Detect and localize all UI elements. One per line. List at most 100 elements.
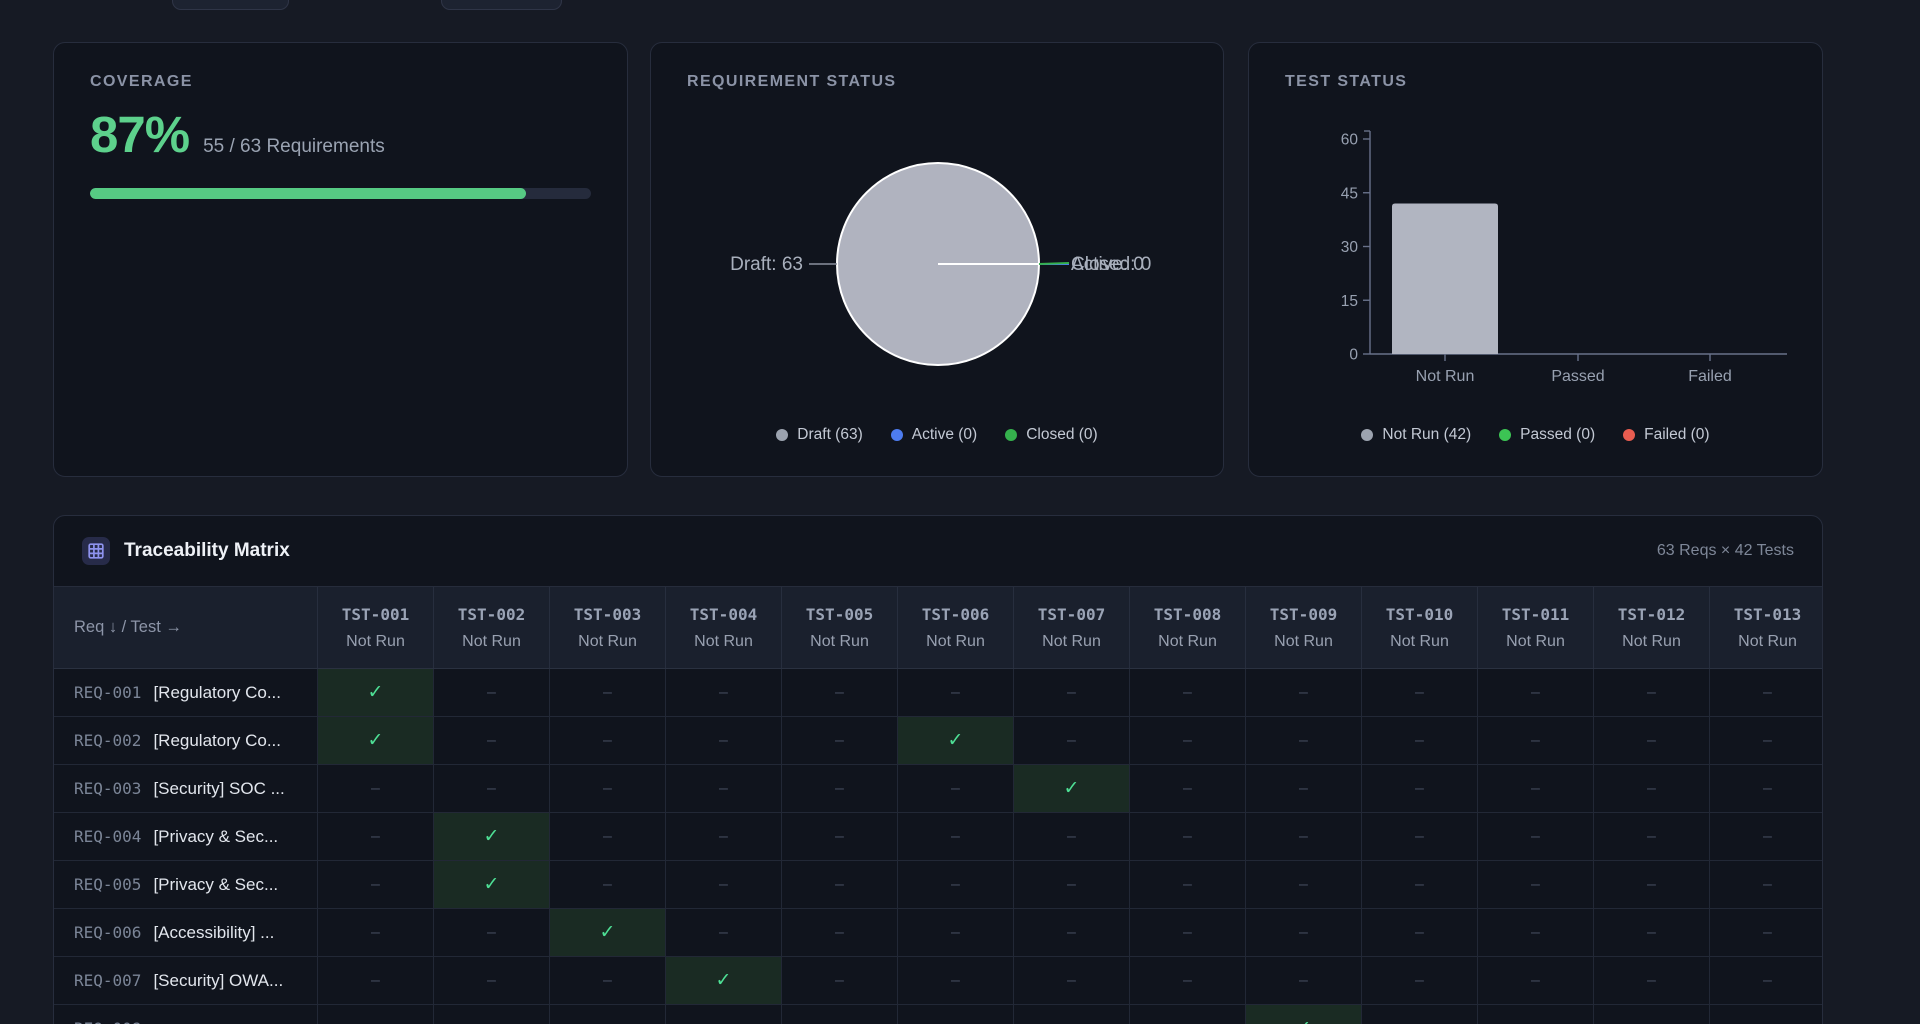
- matrix-cell-req-004-tst-010[interactable]: –: [1362, 813, 1478, 860]
- matrix-cell-req-007-tst-011[interactable]: –: [1478, 957, 1594, 1004]
- matrix-cell-req-002-tst-002[interactable]: –: [434, 717, 550, 764]
- matrix-cell-req-003-tst-012[interactable]: –: [1594, 765, 1710, 812]
- matrix-cell-req-005-tst-001[interactable]: –: [318, 861, 434, 908]
- matrix-cell-req-006-tst-004[interactable]: –: [666, 909, 782, 956]
- matrix-cell-req-008-tst-007[interactable]: –: [1014, 1005, 1130, 1024]
- matrix-cell-req-007-tst-013[interactable]: –: [1710, 957, 1823, 1004]
- matrix-cell-req-002-tst-003[interactable]: –: [550, 717, 666, 764]
- matrix-cell-req-002-tst-004[interactable]: –: [666, 717, 782, 764]
- matrix-cell-req-005-tst-003[interactable]: –: [550, 861, 666, 908]
- bar-not-run[interactable]: [1392, 204, 1498, 355]
- matrix-cell-req-008-tst-004[interactable]: –: [666, 1005, 782, 1024]
- matrix-cell-req-003-tst-013[interactable]: –: [1710, 765, 1823, 812]
- matrix-cell-req-004-tst-012[interactable]: –: [1594, 813, 1710, 860]
- matrix-cell-req-003-tst-010[interactable]: –: [1362, 765, 1478, 812]
- matrix-cell-req-001-tst-004[interactable]: –: [666, 669, 782, 716]
- matrix-cell-req-001-tst-001-checked[interactable]: ✓: [318, 669, 434, 716]
- matrix-cell-req-001-tst-007[interactable]: –: [1014, 669, 1130, 716]
- matrix-cell-req-008-tst-010[interactable]: –: [1362, 1005, 1478, 1024]
- matrix-cell-req-007-tst-008[interactable]: –: [1130, 957, 1246, 1004]
- requirement-status-legend-item-0[interactable]: Draft (63): [776, 426, 862, 444]
- matrix-cell-req-005-tst-013[interactable]: –: [1710, 861, 1823, 908]
- matrix-cell-req-002-tst-005[interactable]: –: [782, 717, 898, 764]
- matrix-cell-req-006-tst-002[interactable]: –: [434, 909, 550, 956]
- matrix-cell-req-008-tst-001[interactable]: –: [318, 1005, 434, 1024]
- matrix-cell-req-008-tst-005[interactable]: –: [782, 1005, 898, 1024]
- matrix-cell-req-008-tst-006[interactable]: –: [898, 1005, 1014, 1024]
- matrix-cell-req-004-tst-013[interactable]: –: [1710, 813, 1823, 860]
- matrix-cell-req-005-tst-004[interactable]: –: [666, 861, 782, 908]
- matrix-cell-req-007-tst-004-checked[interactable]: ✓: [666, 957, 782, 1004]
- matrix-cell-req-007-tst-002[interactable]: –: [434, 957, 550, 1004]
- matrix-cell-req-007-tst-001[interactable]: –: [318, 957, 434, 1004]
- toolbar-partial-button-1[interactable]: [172, 0, 289, 10]
- requirement-status-legend-item-1[interactable]: Active (0): [891, 426, 977, 444]
- matrix-cell-req-003-tst-008[interactable]: –: [1130, 765, 1246, 812]
- matrix-cell-req-004-tst-008[interactable]: –: [1130, 813, 1246, 860]
- matrix-cell-req-002-tst-006-checked[interactable]: ✓: [898, 717, 1014, 764]
- matrix-cell-req-004-tst-002-checked[interactable]: ✓: [434, 813, 550, 860]
- matrix-cell-req-006-tst-009[interactable]: –: [1246, 909, 1362, 956]
- matrix-cell-req-005-tst-007[interactable]: –: [1014, 861, 1130, 908]
- matrix-cell-req-001-tst-003[interactable]: –: [550, 669, 666, 716]
- matrix-cell-req-008-tst-009-checked[interactable]: ✓: [1246, 1005, 1362, 1024]
- matrix-cell-req-003-tst-011[interactable]: –: [1478, 765, 1594, 812]
- matrix-cell-req-001-tst-008[interactable]: –: [1130, 669, 1246, 716]
- matrix-cell-req-002-tst-013[interactable]: –: [1710, 717, 1823, 764]
- matrix-cell-req-003-tst-009[interactable]: –: [1246, 765, 1362, 812]
- test-status-legend-item-0[interactable]: Not Run (42): [1361, 426, 1471, 444]
- matrix-cell-req-007-tst-005[interactable]: –: [782, 957, 898, 1004]
- matrix-cell-req-004-tst-007[interactable]: –: [1014, 813, 1130, 860]
- test-status-legend-item-1[interactable]: Passed (0): [1499, 426, 1595, 444]
- matrix-cell-req-006-tst-007[interactable]: –: [1014, 909, 1130, 956]
- matrix-cell-req-006-tst-011[interactable]: –: [1478, 909, 1594, 956]
- matrix-cell-req-003-tst-001[interactable]: –: [318, 765, 434, 812]
- matrix-cell-req-003-tst-004[interactable]: –: [666, 765, 782, 812]
- matrix-cell-req-001-tst-005[interactable]: –: [782, 669, 898, 716]
- matrix-cell-req-001-tst-013[interactable]: –: [1710, 669, 1823, 716]
- matrix-cell-req-004-tst-006[interactable]: –: [898, 813, 1014, 860]
- matrix-cell-req-001-tst-010[interactable]: –: [1362, 669, 1478, 716]
- matrix-cell-req-002-tst-001-checked[interactable]: ✓: [318, 717, 434, 764]
- matrix-cell-req-007-tst-006[interactable]: –: [898, 957, 1014, 1004]
- matrix-cell-req-006-tst-010[interactable]: –: [1362, 909, 1478, 956]
- matrix-cell-req-006-tst-005[interactable]: –: [782, 909, 898, 956]
- matrix-cell-req-007-tst-007[interactable]: –: [1014, 957, 1130, 1004]
- matrix-cell-req-004-tst-011[interactable]: –: [1478, 813, 1594, 860]
- matrix-cell-req-008-tst-011[interactable]: –: [1478, 1005, 1594, 1024]
- matrix-cell-req-008-tst-002[interactable]: –: [434, 1005, 550, 1024]
- matrix-cell-req-008-tst-008[interactable]: –: [1130, 1005, 1246, 1024]
- matrix-cell-req-002-tst-008[interactable]: –: [1130, 717, 1246, 764]
- matrix-cell-req-004-tst-003[interactable]: –: [550, 813, 666, 860]
- matrix-cell-req-007-tst-010[interactable]: –: [1362, 957, 1478, 1004]
- matrix-cell-req-001-tst-012[interactable]: –: [1594, 669, 1710, 716]
- matrix-cell-req-006-tst-001[interactable]: –: [318, 909, 434, 956]
- matrix-cell-req-005-tst-008[interactable]: –: [1130, 861, 1246, 908]
- matrix-cell-req-005-tst-005[interactable]: –: [782, 861, 898, 908]
- matrix-cell-req-004-tst-001[interactable]: –: [318, 813, 434, 860]
- matrix-cell-req-003-tst-005[interactable]: –: [782, 765, 898, 812]
- test-status-legend-item-2[interactable]: Failed (0): [1623, 426, 1709, 444]
- matrix-cell-req-008-tst-013[interactable]: –: [1710, 1005, 1823, 1024]
- matrix-cell-req-002-tst-011[interactable]: –: [1478, 717, 1594, 764]
- matrix-cell-req-002-tst-012[interactable]: –: [1594, 717, 1710, 764]
- matrix-cell-req-002-tst-010[interactable]: –: [1362, 717, 1478, 764]
- matrix-cell-req-008-tst-003[interactable]: –: [550, 1005, 666, 1024]
- matrix-cell-req-005-tst-010[interactable]: –: [1362, 861, 1478, 908]
- matrix-cell-req-006-tst-003-checked[interactable]: ✓: [550, 909, 666, 956]
- matrix-cell-req-004-tst-005[interactable]: –: [782, 813, 898, 860]
- matrix-cell-req-001-tst-002[interactable]: –: [434, 669, 550, 716]
- matrix-cell-req-001-tst-006[interactable]: –: [898, 669, 1014, 716]
- requirement-status-legend-item-2[interactable]: Closed (0): [1005, 426, 1098, 444]
- matrix-cell-req-007-tst-003[interactable]: –: [550, 957, 666, 1004]
- matrix-cell-req-005-tst-011[interactable]: –: [1478, 861, 1594, 908]
- matrix-cell-req-002-tst-007[interactable]: –: [1014, 717, 1130, 764]
- matrix-cell-req-003-tst-003[interactable]: –: [550, 765, 666, 812]
- matrix-cell-req-001-tst-009[interactable]: –: [1246, 669, 1362, 716]
- matrix-cell-req-005-tst-006[interactable]: –: [898, 861, 1014, 908]
- matrix-cell-req-004-tst-009[interactable]: –: [1246, 813, 1362, 860]
- matrix-cell-req-006-tst-012[interactable]: –: [1594, 909, 1710, 956]
- matrix-cell-req-006-tst-006[interactable]: –: [898, 909, 1014, 956]
- matrix-cell-req-003-tst-002[interactable]: –: [434, 765, 550, 812]
- matrix-cell-req-001-tst-011[interactable]: –: [1478, 669, 1594, 716]
